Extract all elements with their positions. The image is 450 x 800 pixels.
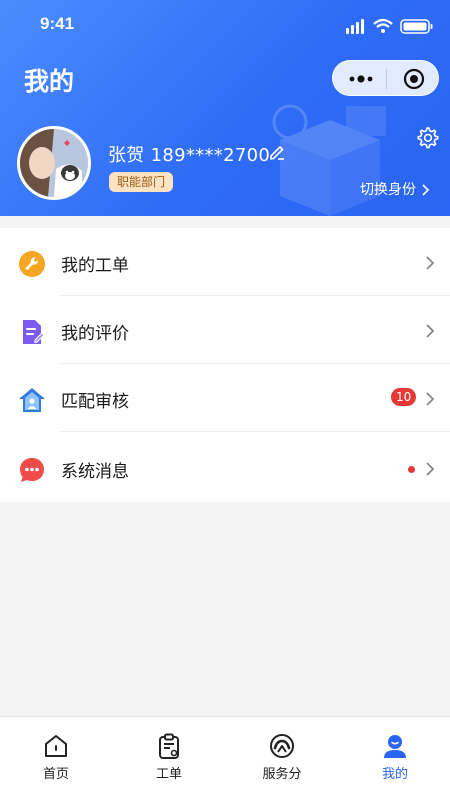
gear-icon[interactable] <box>414 125 440 151</box>
more-menu-icon[interactable] <box>347 70 377 88</box>
department-tag: 职能部门 <box>109 172 174 192</box>
menu-label: 系统消息 <box>61 462 129 482</box>
menu-label: 我的工单 <box>61 256 129 276</box>
tab-home[interactable]: 首页 <box>0 717 112 800</box>
menu-label: 匹配审核 <box>61 392 129 412</box>
score-gauge-icon <box>270 734 294 758</box>
tab-label: 服务分 <box>262 767 302 782</box>
tab-label: 首页 <box>42 767 69 782</box>
house-person-icon <box>19 388 45 412</box>
chevron-right-icon <box>422 184 429 196</box>
menu-item-my-work-orders[interactable]: 我的工单 <box>0 228 450 296</box>
profile-header: 9:41 我的 张贺 189****2700 职能部门 切换身份 <box>0 0 450 216</box>
divider <box>61 431 450 432</box>
menu-item-my-reviews[interactable]: 我的评价 <box>0 296 450 364</box>
switch-identity-label: 切换身份 <box>360 182 416 198</box>
clipboard-icon <box>159 733 179 759</box>
unread-dot <box>408 466 415 473</box>
menu-item-match-review[interactable]: 匹配审核 10 <box>0 364 450 432</box>
avatar[interactable] <box>17 126 91 200</box>
miniprogram-capsule <box>332 60 439 96</box>
document-edit-icon <box>23 320 45 344</box>
tab-mine[interactable]: 我的 <box>339 717 450 800</box>
close-miniprogram-icon[interactable] <box>403 68 425 90</box>
bottom-tabbar: 首页 工单 服务分 我的 <box>0 716 450 800</box>
edit-pencil-icon[interactable] <box>268 143 286 161</box>
wrench-icon <box>19 251 45 277</box>
chevron-right-icon <box>426 324 435 338</box>
chevron-right-icon <box>426 462 435 476</box>
menu-item-system-messages[interactable]: 系统消息 <box>0 434 450 502</box>
tab-label: 我的 <box>381 767 408 782</box>
chevron-right-icon <box>426 256 435 270</box>
user-icon <box>384 735 406 758</box>
avatar-image-icon <box>20 129 88 197</box>
status-indicators-icon <box>346 18 433 34</box>
capsule-divider <box>386 69 387 89</box>
switch-identity-link[interactable]: 切换身份 <box>360 181 429 199</box>
status-time: 9:41 <box>40 14 75 33</box>
menu-label: 我的评价 <box>61 324 129 344</box>
home-icon <box>45 735 67 757</box>
chat-bubble-icon <box>20 458 44 482</box>
page-title: 我的 <box>24 67 75 96</box>
unread-count-badge: 10 <box>391 388 417 406</box>
user-name-phone: 张贺 189****2700 <box>108 145 271 166</box>
profile-menu: 我的工单 我的评价 匹配审核 10 系统消息 <box>0 228 450 502</box>
tab-service-score[interactable]: 服务分 <box>226 717 338 800</box>
tab-label: 工单 <box>155 767 182 782</box>
tab-work-orders[interactable]: 工单 <box>113 717 225 800</box>
chevron-right-icon <box>426 392 435 406</box>
